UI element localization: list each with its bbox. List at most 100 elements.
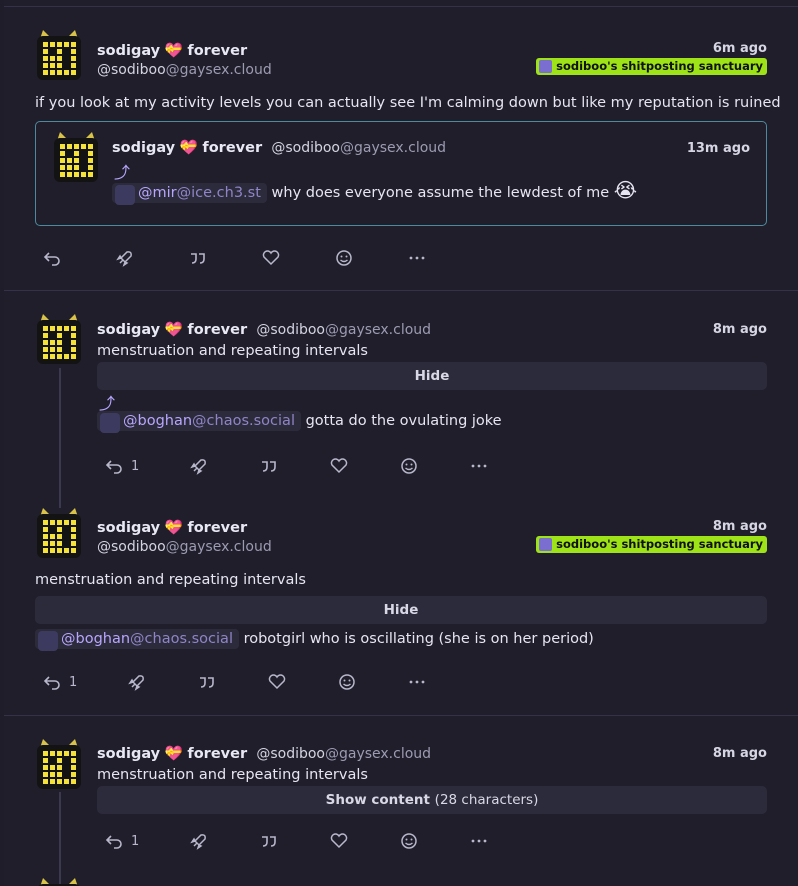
quote-icon	[200, 677, 214, 688]
author-handle[interactable]: @sodiboo@gaysex.cloud	[97, 62, 272, 78]
channel-icon	[539, 538, 553, 551]
reply-icon	[43, 676, 60, 690]
reply-button[interactable]	[103, 456, 125, 476]
note-text: gotta do the ovulating joke	[305, 413, 502, 429]
handle-user: @sodiboo	[256, 322, 325, 338]
thread-line	[59, 792, 61, 886]
more-button[interactable]	[406, 672, 428, 692]
handle-host: @gaysex.cloud	[165, 539, 272, 555]
handle-host: @gaysex.cloud	[324, 746, 432, 762]
channel-icon	[539, 60, 553, 73]
author-line[interactable]: sodigay 💝 forever @sodiboo@gaysex.cloud	[97, 321, 431, 338]
note-time[interactable]: 8m ago	[713, 322, 767, 337]
avatar[interactable]	[52, 130, 100, 182]
reply-button[interactable]	[41, 672, 63, 692]
author-name[interactable]: sodigay	[112, 140, 175, 156]
author-suffix: forever	[187, 43, 248, 59]
note-time[interactable]: 8m ago	[713, 746, 767, 761]
quote-note[interactable]: sodigay 💝 forever @sodiboo@gaysex.cloud …	[35, 121, 767, 226]
more-button[interactable]	[406, 248, 428, 268]
channel-name: sodiboo's shitposting sanctuary	[556, 59, 763, 73]
author-line[interactable]: sodigay 💝 forever @sodiboo@gaysex.cloud	[112, 139, 446, 156]
mention-user: @boghan	[123, 413, 193, 429]
author-line[interactable]: sodigay 💝 forever @sodiboo@gaysex.cloud	[97, 745, 431, 762]
author-name[interactable]: sodigay	[97, 43, 160, 59]
reply-count: 1	[131, 459, 140, 474]
hide-button[interactable]: Hide	[97, 362, 767, 390]
show-content-label: Show content	[325, 792, 430, 808]
cat-avatar-icon	[54, 132, 98, 182]
reply-button[interactable]	[41, 248, 63, 268]
renote-button[interactable]	[126, 672, 148, 692]
author-handle[interactable]: @sodiboo@gaysex.cloud	[97, 539, 272, 555]
renote-button[interactable]	[114, 248, 136, 268]
author-suffix: forever	[187, 746, 248, 762]
mention[interactable]: @mir@ice.ch3.st	[112, 183, 267, 205]
heart-badge-icon: 💝	[179, 140, 198, 156]
mention[interactable]: @boghan@chaos.social	[35, 629, 239, 651]
react-button[interactable]	[336, 672, 358, 692]
reply-icon	[105, 835, 122, 849]
react-button[interactable]	[398, 456, 420, 476]
reply-count: 1	[69, 675, 78, 690]
author-name[interactable]: sodigay	[97, 322, 160, 338]
like-button[interactable]	[328, 456, 350, 476]
more-button[interactable]	[468, 831, 490, 851]
react-button[interactable]	[333, 248, 355, 268]
like-button[interactable]	[328, 831, 350, 851]
avatar[interactable]	[35, 506, 83, 558]
note-divider	[4, 290, 798, 291]
avatar[interactable]	[35, 28, 83, 80]
avatar[interactable]	[35, 876, 83, 886]
renote-button[interactable]	[188, 456, 210, 476]
rocket-icon	[128, 675, 144, 691]
show-content-button[interactable]: Show content (28 characters)	[97, 786, 767, 814]
rocket-icon	[190, 459, 206, 475]
more-button[interactable]	[468, 456, 490, 476]
mention-host: @chaos.social	[192, 413, 295, 429]
quote-button[interactable]	[187, 248, 209, 268]
more-icon	[409, 256, 425, 260]
mention-user: @boghan	[61, 631, 131, 647]
react-button[interactable]	[398, 831, 420, 851]
author-name[interactable]: sodigay	[97, 520, 160, 536]
rocket-icon	[190, 834, 206, 850]
note-time[interactable]: 8m ago	[713, 519, 767, 534]
smiley-icon	[401, 833, 417, 849]
note-body: @boghan@chaos.social gotta do the ovulat…	[97, 411, 502, 433]
channel-badge[interactable]: sodiboo's shitposting sanctuary	[536, 58, 767, 75]
heart-icon	[268, 674, 286, 690]
quote-button[interactable]	[196, 672, 218, 692]
author-suffix: forever	[202, 140, 263, 156]
cw-text: menstruation and repeating intervals	[35, 572, 306, 588]
quote-icon	[191, 253, 205, 264]
quote-time[interactable]: 13m ago	[687, 141, 750, 156]
mention-avatar	[100, 413, 120, 433]
author-line[interactable]: sodigay 💝 forever	[97, 519, 247, 536]
heart-badge-icon: 💝	[164, 322, 183, 338]
renote-button[interactable]	[188, 831, 210, 851]
handle-host: @gaysex.cloud	[339, 140, 447, 156]
smiley-icon	[339, 674, 355, 690]
reply-button[interactable]	[103, 831, 125, 851]
quote-button[interactable]	[258, 831, 280, 851]
note-actions: 1	[97, 456, 497, 476]
heart-icon	[330, 458, 348, 474]
note-divider	[4, 6, 798, 7]
mention[interactable]: @boghan@chaos.social	[97, 411, 301, 433]
note-actions: 1	[35, 672, 435, 692]
quote-button[interactable]	[258, 456, 280, 476]
channel-badge[interactable]: sodiboo's shitposting sanctuary	[536, 536, 767, 553]
avatar[interactable]	[35, 737, 83, 789]
like-button[interactable]	[266, 672, 288, 692]
author-line[interactable]: sodigay 💝 forever	[97, 42, 247, 59]
avatar[interactable]	[35, 312, 83, 364]
reply-icon	[105, 460, 122, 474]
like-button[interactable]	[260, 248, 282, 268]
hide-button[interactable]: Hide	[35, 596, 767, 624]
note-time[interactable]: 6m ago	[713, 41, 767, 56]
author-name[interactable]: sodigay	[97, 746, 160, 762]
quote-icon	[262, 836, 276, 847]
mention-user: @mir	[138, 185, 177, 201]
handle-host: @gaysex.cloud	[324, 322, 432, 338]
